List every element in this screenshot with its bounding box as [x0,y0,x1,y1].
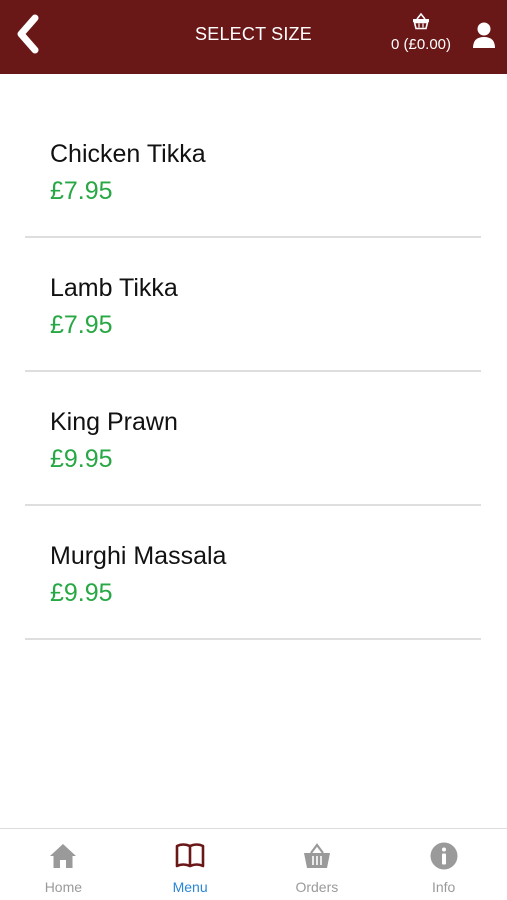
item-name: King Prawn [50,408,178,436]
tab-label: Menu [172,879,208,895]
home-icon [50,844,77,868]
app-root: SELECT SIZE 0 (£0.00) Chicken Tikka £7.9… [0,0,507,900]
basket-button[interactable]: 0 (£0.00) [386,12,456,58]
tab-home[interactable]: Home [0,829,127,900]
list-item[interactable]: Murghi Massala £9.95 [25,506,481,640]
size-list: Chicken Tikka £7.95 Lamb Tikka £7.95 Kin… [25,104,481,640]
book-icon [175,843,205,868]
item-price: £9.95 [50,445,113,473]
item-price: £9.95 [50,579,113,607]
tab-info[interactable]: Info [380,829,507,900]
bottom-tab-bar: Home Menu Orders Info [0,828,507,900]
list-item[interactable]: King Prawn £9.95 [25,372,481,506]
basket-icon [413,12,429,30]
item-name: Chicken Tikka [50,140,206,168]
tab-label: Home [44,879,83,895]
item-price: £7.95 [50,177,113,205]
item-price: £7.95 [50,311,113,339]
item-name: Murghi Massala [50,542,227,570]
item-name: Lamb Tikka [50,274,178,302]
tab-label: Orders [295,879,339,895]
list-item[interactable]: Chicken Tikka £7.95 [25,104,481,238]
basket-icon [303,843,330,868]
tab-label: Info [431,879,456,895]
user-icon [473,22,495,48]
tab-orders[interactable]: Orders [254,829,381,900]
info-icon [430,842,458,870]
basket-summary: 0 (£0.00) [390,36,452,53]
list-item[interactable]: Lamb Tikka £7.95 [25,238,481,372]
top-bar: SELECT SIZE 0 (£0.00) [0,0,507,74]
tab-menu[interactable]: Menu [127,829,254,900]
account-button[interactable] [470,20,498,50]
